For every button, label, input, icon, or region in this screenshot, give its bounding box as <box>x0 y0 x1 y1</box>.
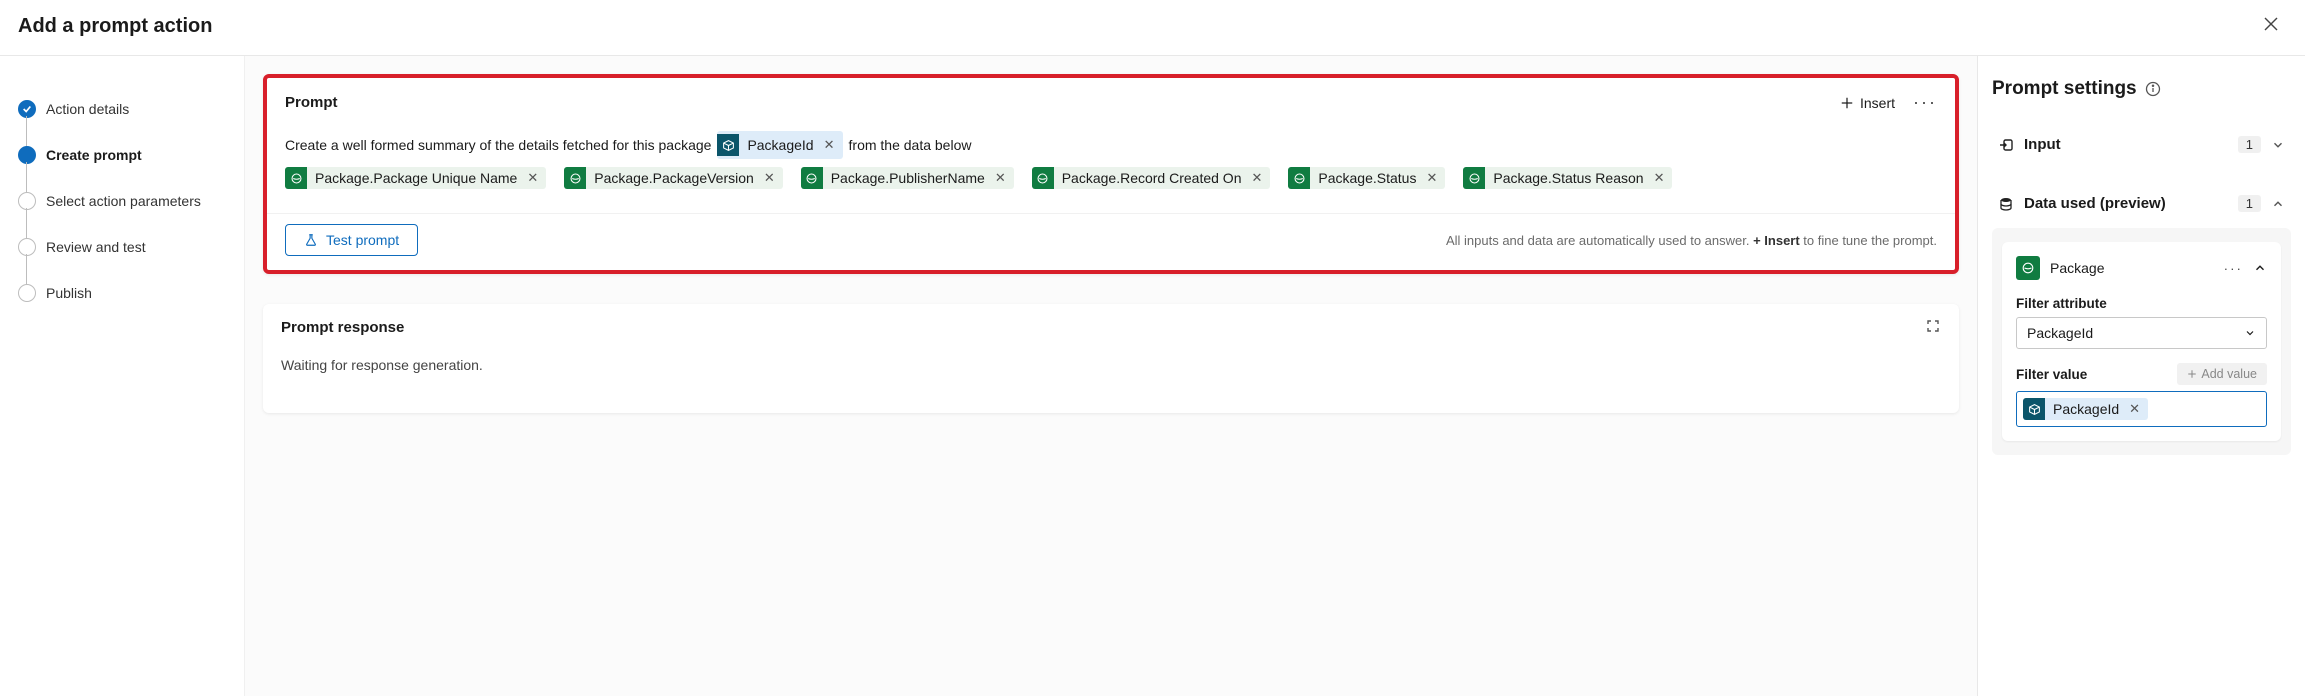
input-section-header[interactable]: Input 1 <box>1992 124 2291 165</box>
filter-value-field[interactable]: PackageId ✕ <box>2016 391 2267 427</box>
insert-label: Insert <box>1860 95 1895 111</box>
plus-icon <box>2187 369 2197 379</box>
input-count: 1 <box>2238 136 2261 153</box>
filter-attribute-value: PackageId <box>2027 325 2093 341</box>
chevron-up-icon[interactable] <box>2253 261 2267 275</box>
data-chip[interactable]: Package.Status Reason ✕ <box>1463 167 1672 189</box>
chip-remove-icon[interactable]: ✕ <box>525 170 546 186</box>
prompt-editor[interactable]: Create a well formed summary of the deta… <box>267 121 1955 213</box>
data-used-body: Package ··· Filter attribute PackageId F… <box>1992 228 2291 455</box>
data-used-count: 1 <box>2238 195 2261 212</box>
entity-name: Package <box>2050 260 2214 276</box>
insert-button[interactable]: Insert <box>1840 95 1895 111</box>
data-used-section-header[interactable]: Data used (preview) 1 <box>1992 183 2291 224</box>
package-icon <box>2023 398 2045 420</box>
prompt-card-title: Prompt <box>285 94 338 111</box>
entity-icon <box>1032 167 1054 189</box>
data-chip[interactable]: Package.Status ✕ <box>1288 167 1445 189</box>
entity-icon <box>285 167 307 189</box>
data-chip[interactable]: Package.Record Created On ✕ <box>1032 167 1271 189</box>
chip-remove-icon[interactable]: ✕ <box>2127 401 2148 417</box>
chevron-up-icon <box>2271 197 2285 211</box>
plus-icon <box>1840 96 1854 110</box>
prompt-text: from the data below <box>849 133 972 157</box>
step-publish[interactable]: Publish <box>10 270 244 316</box>
filter-attribute-select[interactable]: PackageId <box>2016 317 2267 349</box>
prompt-text: Create a well formed summary of the deta… <box>285 133 711 157</box>
response-card-title: Prompt response <box>281 319 404 336</box>
chip-label: Package.PackageVersion <box>586 168 762 188</box>
step-label: Publish <box>46 285 92 301</box>
input-icon <box>1998 137 2014 153</box>
chip-label: Package.Status <box>1310 168 1424 188</box>
dot-icon <box>18 192 36 210</box>
step-action-details[interactable]: Action details <box>10 86 244 132</box>
prompt-hint: All inputs and data are automatically us… <box>1446 233 1937 248</box>
chip-remove-icon[interactable]: ✕ <box>822 137 843 153</box>
package-icon <box>717 134 739 156</box>
data-icon <box>1998 196 2014 212</box>
response-body: Waiting for response generation. <box>263 345 1959 413</box>
wizard-steps: Action details Create prompt Select acti… <box>0 56 245 696</box>
page-title: Add a prompt action <box>18 15 212 38</box>
close-icon[interactable] <box>2255 12 2287 41</box>
expand-icon[interactable] <box>1925 318 1941 337</box>
entity-icon <box>564 167 586 189</box>
step-create-prompt[interactable]: Create prompt <box>10 132 244 178</box>
step-label: Action details <box>46 101 129 117</box>
chip-remove-icon[interactable]: ✕ <box>1424 170 1445 186</box>
entity-icon <box>2016 256 2040 280</box>
test-prompt-label: Test prompt <box>326 232 399 248</box>
data-chip[interactable]: Package.PackageVersion ✕ <box>564 167 782 189</box>
checkmark-icon <box>18 100 36 118</box>
chevron-down-icon <box>2271 138 2285 152</box>
entity-icon <box>801 167 823 189</box>
filter-value-chip[interactable]: PackageId ✕ <box>2023 398 2148 420</box>
dot-icon <box>18 146 36 164</box>
entity-more-icon[interactable]: ··· <box>2224 261 2243 276</box>
step-review-test[interactable]: Review and test <box>10 224 244 270</box>
more-icon[interactable]: ··· <box>1913 92 1937 113</box>
entity-icon <box>1463 167 1485 189</box>
chevron-down-icon <box>2244 327 2256 339</box>
info-icon[interactable] <box>2145 81 2161 97</box>
step-label: Select action parameters <box>46 193 201 209</box>
prompt-settings-panel: Prompt settings Input 1 Data used (previ… <box>1977 56 2305 696</box>
test-prompt-button[interactable]: Test prompt <box>285 224 418 256</box>
prompt-inline-chip[interactable]: PackageId ✕ <box>717 131 842 159</box>
input-section-label: Input <box>2024 136 2228 153</box>
chip-label: Package.PublisherName <box>823 168 993 188</box>
chip-label: Package.Record Created On <box>1054 168 1250 188</box>
add-value-label: Add value <box>2201 367 2257 381</box>
prompt-card: Prompt Insert ··· Create a well formed s… <box>263 74 1959 274</box>
settings-title: Prompt settings <box>1992 78 2137 100</box>
data-used-label: Data used (preview) <box>2024 195 2228 212</box>
chip-label: Package.Package Unique Name <box>307 168 525 188</box>
chip-remove-icon[interactable]: ✕ <box>1249 170 1270 186</box>
flask-icon <box>304 233 318 247</box>
chip-remove-icon[interactable]: ✕ <box>762 170 783 186</box>
step-label: Review and test <box>46 239 146 255</box>
chip-label: Package.Status Reason <box>1485 168 1651 188</box>
response-card: Prompt response Waiting for response gen… <box>263 304 1959 413</box>
chip-label: PackageId <box>2045 399 2127 419</box>
data-chip[interactable]: Package.Package Unique Name ✕ <box>285 167 546 189</box>
dot-icon <box>18 284 36 302</box>
step-select-parameters[interactable]: Select action parameters <box>10 178 244 224</box>
chip-label: PackageId <box>739 131 821 159</box>
step-label: Create prompt <box>46 147 142 163</box>
add-value-button[interactable]: Add value <box>2177 363 2267 385</box>
entity-icon <box>1288 167 1310 189</box>
chip-remove-icon[interactable]: ✕ <box>1652 170 1673 186</box>
data-chip[interactable]: Package.PublisherName ✕ <box>801 167 1014 189</box>
chip-remove-icon[interactable]: ✕ <box>993 170 1014 186</box>
dot-icon <box>18 238 36 256</box>
filter-attribute-label: Filter attribute <box>2016 296 2267 311</box>
filter-value-label: Filter value <box>2016 367 2087 382</box>
